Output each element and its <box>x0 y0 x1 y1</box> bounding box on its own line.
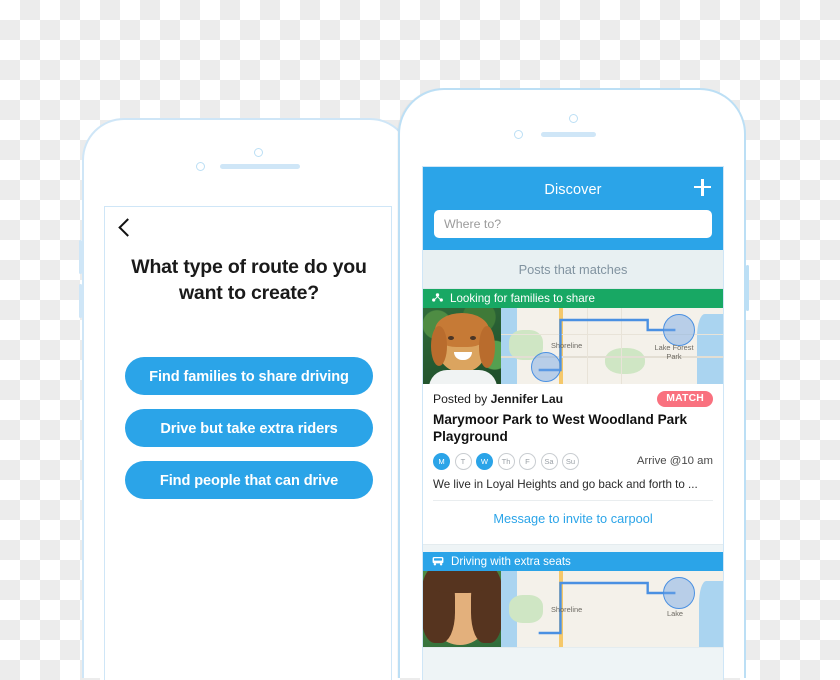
poster-name: Jennifer Lau <box>490 391 564 406</box>
card-banner-driving-extra-seats: Driving with extra seats <box>423 551 723 571</box>
poster-photo <box>423 570 501 647</box>
left-phone-screen: What type of route do you want to create… <box>104 206 392 680</box>
card-banner-label: Driving with extra seats <box>451 554 571 568</box>
page-title: What type of route do you want to create… <box>131 256 367 304</box>
route-type-options: Find families to share driving Drive but… <box>125 357 373 513</box>
proximity-sensor-icon <box>514 130 523 139</box>
card-media: Shoreline Lake <box>423 570 723 647</box>
volume-down-button[interactable] <box>79 284 82 318</box>
volume-up-button[interactable] <box>79 240 82 274</box>
map-marker-destination <box>663 314 695 346</box>
day-pill-sa[interactable]: Sa <box>540 452 558 470</box>
posted-by-prefix: Posted by <box>433 391 491 406</box>
power-button[interactable] <box>746 265 749 311</box>
day-pill-m[interactable]: M <box>433 452 450 470</box>
car-icon <box>432 556 444 566</box>
card-banner-looking-for-families: Looking for families to share <box>423 289 723 308</box>
people-group-icon <box>432 293 443 302</box>
map-marker-origin <box>531 352 561 382</box>
map-label-shoreline: Shoreline <box>551 604 583 614</box>
map-label-shoreline: Shoreline <box>551 341 583 350</box>
earpiece-speaker <box>541 132 596 137</box>
posted-by-text: Posted by Jennifer Lau <box>433 392 563 406</box>
day-pill-th[interactable]: Th <box>497 452 515 470</box>
map-marker-destination <box>663 576 695 609</box>
discover-header: Discover Where to? <box>423 167 723 250</box>
arrive-time: Arrive @10 am <box>636 455 713 468</box>
card-body: Posted by Jennifer Lau MATCH Marymoor Pa… <box>423 384 723 544</box>
left-phone-frame: What type of route do you want to create… <box>79 118 412 680</box>
card-banner-label: Looking for families to share <box>450 292 595 305</box>
front-camera-icon <box>569 114 578 123</box>
route-map[interactable]: Shoreline Lake Forest Park <box>501 308 723 384</box>
right-phone-screen: Discover Where to? Posts that matches Lo… <box>422 166 724 680</box>
header-title: Discover <box>544 182 602 198</box>
back-button[interactable] <box>118 218 137 237</box>
post-card[interactable]: Looking for families to share Shoreline … <box>423 289 723 545</box>
poster-photo <box>423 308 501 384</box>
day-pill-f[interactable]: F <box>519 452 536 470</box>
option-find-families-button[interactable]: Find families to share driving <box>125 357 373 395</box>
post-description: We live in Loyal Heights and go back and… <box>433 478 713 501</box>
map-label-lake: Lake <box>667 608 684 618</box>
day-pill-su[interactable]: Su <box>562 452 579 470</box>
post-card[interactable]: Driving with extra seats Shoreline Lake <box>423 551 723 648</box>
day-selector: M T W Th F Sa Su <box>433 452 579 470</box>
day-pill-t[interactable]: T <box>454 452 472 470</box>
posts-section-label: Posts that matches <box>423 250 723 289</box>
plus-icon[interactable] <box>694 179 711 196</box>
card-media: Shoreline Lake Forest Park <box>423 308 723 384</box>
earpiece-speaker <box>220 164 300 169</box>
message-invite-link[interactable]: Message to invite to carpool <box>433 501 713 535</box>
option-find-drivers-button[interactable]: Find people that can drive <box>125 461 373 499</box>
route-map[interactable]: Shoreline Lake <box>501 570 723 647</box>
posted-row: Posted by Jennifer Lau MATCH <box>433 391 713 407</box>
map-label-lake-forest-park: Lake Forest Park <box>654 343 694 361</box>
day-pill-w[interactable]: W <box>476 452 493 470</box>
status-badge: MATCH <box>657 391 713 407</box>
schedule-row: M T W Th F Sa Su Arrive @10 am <box>433 452 713 470</box>
front-camera-icon <box>254 148 263 157</box>
route-title: Marymoor Park to West Woodland Park Play… <box>433 411 688 445</box>
search-input[interactable]: Where to? <box>434 210 712 238</box>
right-phone-frame: Discover Where to? Posts that matches Lo… <box>398 88 749 680</box>
proximity-sensor-icon <box>196 162 205 171</box>
option-drive-extra-riders-button[interactable]: Drive but take extra riders <box>125 409 373 447</box>
